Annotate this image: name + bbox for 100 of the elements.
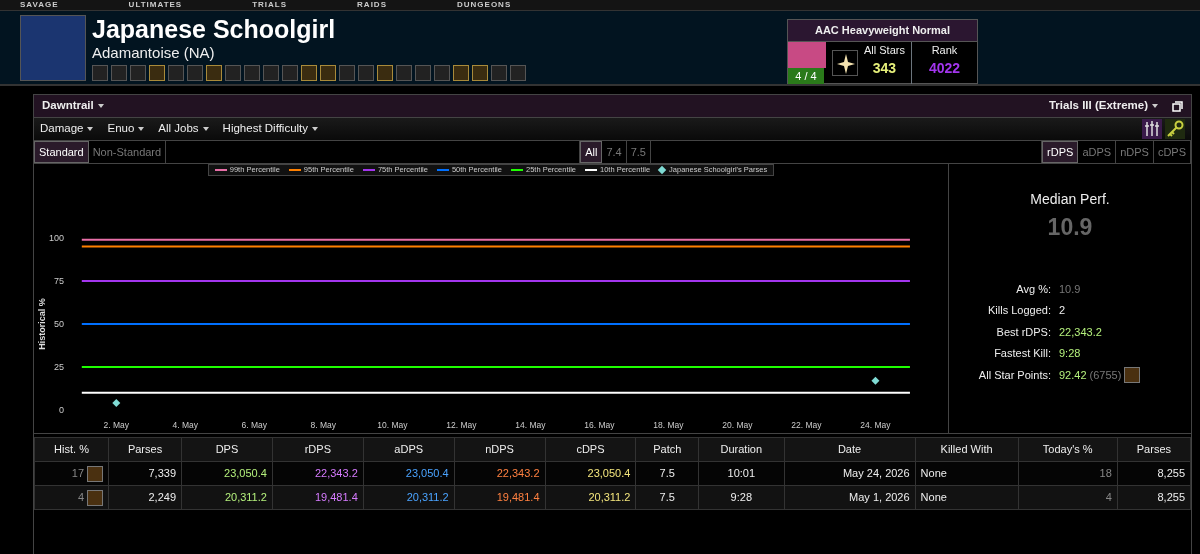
job-icon[interactable] (320, 65, 336, 81)
job-icon[interactable] (168, 65, 184, 81)
stat-label: Fastest Kill: (993, 346, 1052, 361)
tab[interactable]: Standard (34, 141, 89, 163)
job-icon[interactable] (92, 65, 108, 81)
job-icon[interactable] (434, 65, 450, 81)
job-icon[interactable] (149, 65, 165, 81)
tick-label: 0 (59, 405, 64, 415)
job-icon[interactable] (244, 65, 260, 81)
table-cell: 20,311.2 (363, 485, 455, 510)
stat-label: Avg %: (1015, 281, 1052, 297)
table-cell: 19,481.4 (454, 485, 546, 510)
job-icon[interactable] (453, 65, 469, 81)
all-stars-label: All Stars (864, 42, 905, 58)
dropdown-button[interactable]: Damage (40, 120, 94, 138)
tick-label: 6. May (241, 420, 268, 430)
dropdown-button[interactable]: Dawntrail (42, 97, 104, 115)
stat-extra: (6755) (1089, 367, 1122, 383)
job-icon[interactable] (491, 65, 507, 81)
job-icon[interactable] (510, 65, 526, 81)
tick-label: 100 (48, 233, 64, 243)
stat-label: Best rDPS: (995, 324, 1052, 340)
table-cell: 23,050.4 (181, 461, 273, 486)
tick-label: 8. May (310, 420, 337, 430)
job-icon[interactable] (225, 65, 241, 81)
boss-image-placeholder (788, 41, 826, 68)
column-header: Duration (698, 437, 784, 461)
tick-label: 10. May (377, 420, 408, 430)
job-icon[interactable] (282, 65, 298, 81)
tick-label: 22. May (791, 420, 822, 430)
job-icon[interactable] (263, 65, 279, 81)
dropdown-button[interactable]: Trials III (Extreme) (1048, 97, 1158, 115)
job-icon[interactable] (339, 65, 355, 81)
tab[interactable]: All (580, 141, 603, 163)
column-header: Killed With (915, 437, 1019, 461)
job-icon[interactable] (206, 65, 222, 81)
stat-value: 2 (1059, 303, 1066, 318)
column-header: cDPS (545, 437, 636, 461)
table-cell: 20,311.2 (181, 485, 273, 510)
table-cell: 4 (1018, 485, 1118, 510)
job-icon[interactable] (130, 65, 146, 81)
job-icon[interactable] (415, 65, 431, 81)
parse-point[interactable] (112, 399, 121, 408)
job-icon[interactable] (377, 65, 393, 81)
job-icon[interactable] (472, 65, 488, 81)
tab[interactable]: rDPS (1042, 141, 1079, 163)
table-cell: 17 (71, 466, 84, 479)
table-cell: 22,343.2 (272, 461, 364, 486)
nav-link-item[interactable]: TRIALS (252, 0, 288, 10)
axis-title: Historical % (37, 298, 47, 350)
avatar-placeholder (20, 15, 86, 81)
tick-label: 16. May (584, 420, 615, 430)
all-stars-value: 343 (871, 59, 898, 78)
nav-link-item[interactable]: ULTIMATES (128, 0, 183, 10)
column-header: Date (784, 437, 916, 461)
tick-label: 50 (54, 319, 64, 329)
dropdown-button[interactable]: Highest Difficulty (222, 120, 319, 138)
tick-label: 25 (54, 362, 64, 372)
column-header: DPS (181, 437, 273, 461)
table-cell: 4 (77, 490, 84, 503)
tick-label: 2. May (103, 420, 130, 430)
nav-link-item[interactable]: RAIDS (357, 0, 387, 10)
column-header: aDPS (363, 437, 455, 461)
table-cell: 9:28 (698, 485, 784, 510)
table-cell: May 1, 2026 (784, 485, 916, 510)
server-name: Adamantoise (NA) (92, 43, 216, 62)
tick-label: 75 (54, 276, 64, 286)
stat-value: 22,343.2 (1059, 324, 1102, 340)
popout-icon[interactable] (1172, 100, 1183, 112)
job-icon[interactable] (111, 65, 127, 81)
table-cell: 19,481.4 (272, 485, 364, 510)
job-icon[interactable] (187, 65, 203, 81)
tick-label: 24. May (860, 420, 891, 430)
table-cell: None (915, 485, 1019, 510)
tick-label: 20. May (722, 420, 753, 430)
table-cell: 20,311.2 (545, 485, 636, 510)
tick-label: 12. May (446, 420, 477, 430)
table-cell: 22,343.2 (454, 461, 546, 486)
table-cell: 23,050.4 (545, 461, 636, 486)
nav-link-item[interactable]: DUNGEONS (457, 0, 512, 10)
badge-icon (1124, 366, 1141, 383)
dropdown-button[interactable]: Enuo (107, 120, 145, 138)
table-cell: May 24, 2026 (784, 461, 916, 486)
badge-icon (87, 489, 103, 506)
job-icon[interactable] (358, 65, 374, 81)
stat-value: 9:28 (1059, 346, 1081, 361)
summary-title: Median Perf. (1029, 190, 1111, 209)
achievement-title: AAC Heavyweight Normal (788, 20, 977, 42)
parse-point[interactable] (871, 376, 880, 385)
stat-label: Kills Logged: (987, 303, 1052, 318)
column-header: nDPS (454, 437, 546, 461)
tick-label: 18. May (653, 420, 684, 430)
job-icon[interactable] (301, 65, 317, 81)
key-icon[interactable] (1165, 119, 1185, 139)
table-cell: 18 (1018, 461, 1118, 486)
nav-link-item[interactable]: SAVAGE (20, 0, 59, 10)
tick-label: 4. May (172, 420, 199, 430)
job-icon[interactable] (396, 65, 412, 81)
dropdown-button[interactable]: All Jobs (158, 120, 209, 138)
column-header: rDPS (272, 437, 364, 461)
